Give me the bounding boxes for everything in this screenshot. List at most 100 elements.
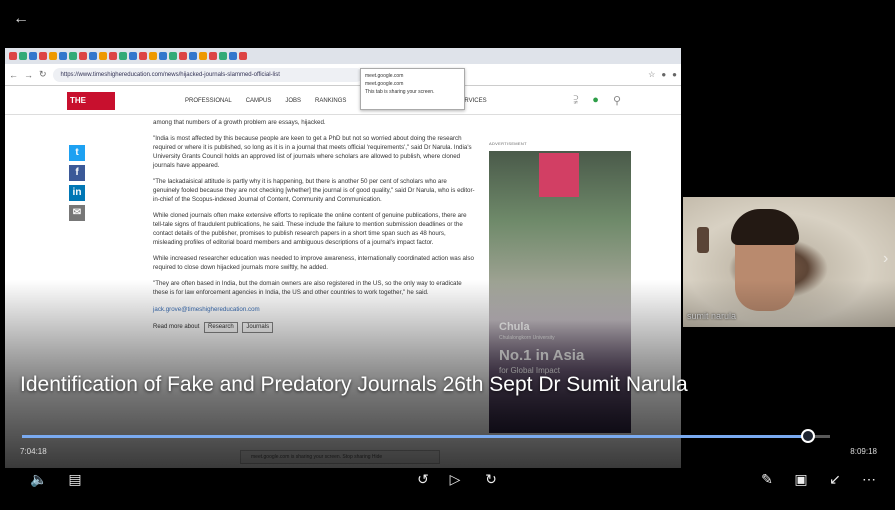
author-email-link[interactable]: jack.grove@timeshighereducation.com — [153, 305, 475, 314]
miniplayer-button[interactable]: ▣ — [790, 469, 812, 489]
seek-bar-thumb[interactable] — [801, 429, 816, 443]
ad-rank: No.1 in Asia — [499, 347, 585, 364]
annotate-button[interactable]: ✎ — [756, 469, 778, 489]
nav-professional[interactable]: PROFESSIONAL — [185, 98, 232, 104]
article-paragraph: While increased researcher education was… — [153, 255, 474, 271]
nav-rankings[interactable]: RANKINGS — [315, 98, 346, 104]
browser-back-icon[interactable]: ← — [9, 70, 18, 80]
back-arrow-icon: ← — [13, 10, 29, 27]
tab-favicon[interactable] — [109, 52, 117, 60]
play-icon: ▷ — [449, 471, 461, 487]
article-body: among that numbers of a growth problem a… — [153, 118, 475, 333]
tab-favicon[interactable] — [239, 52, 247, 60]
miniplayer-icon: ▣ — [794, 471, 808, 487]
tab-favicon[interactable] — [89, 52, 97, 60]
article-paragraph: "They are often based in India, but the … — [153, 280, 462, 296]
site-logo[interactable]: THE — [67, 91, 115, 110]
popup-line: This tab is sharing your screen. — [365, 89, 435, 95]
tab-favicon[interactable] — [189, 52, 197, 60]
article-tags: Read more about Research Journals — [153, 322, 475, 333]
extension-icon[interactable]: ● — [661, 70, 666, 79]
tab-favicon[interactable] — [179, 52, 187, 60]
tab-favicon[interactable] — [59, 52, 67, 60]
browser-forward-icon[interactable]: → — [24, 70, 33, 80]
chevron-left-icon: ‹ — [8, 250, 14, 270]
article-paragraph: "India is most affected by this because … — [153, 135, 472, 169]
facebook-icon[interactable]: f — [69, 165, 85, 181]
popup-line: meet.google.com — [365, 73, 404, 79]
tab-favicon[interactable] — [159, 52, 167, 60]
user-icon[interactable]: ● — [592, 94, 599, 107]
tags-label: Read more about — [153, 324, 200, 330]
tab-favicon[interactable] — [119, 52, 127, 60]
star-icon[interactable]: ☆ — [648, 70, 655, 79]
participant-hair — [731, 209, 799, 245]
profile-icon[interactable]: ● — [672, 70, 677, 79]
collapse-button[interactable]: ↙ — [824, 469, 846, 489]
captions-icon: ▤ — [68, 471, 82, 487]
linkedin-icon[interactable]: in — [69, 185, 85, 201]
site-header: THE PROFESSIONAL CAMPUS JOBS RANKINGS SE… — [5, 87, 681, 115]
volume-button[interactable]: 🔈 — [28, 469, 50, 489]
pen-icon: ✎ — [761, 471, 773, 487]
shared-screen: ← → ↻ https://www.timeshighereducation.c… — [5, 48, 681, 468]
rewind-button[interactable]: ↺ — [410, 469, 436, 489]
nav-campus[interactable]: CAMPUS — [246, 98, 272, 104]
sharing-toast: meet.google.com is sharing your screen. … — [240, 450, 440, 464]
ad-logo — [539, 153, 579, 197]
reload-icon[interactable]: ↻ — [39, 69, 47, 80]
tab-favicon[interactable] — [139, 52, 147, 60]
tab-favicon[interactable] — [69, 52, 77, 60]
participant-name: sumit narula — [687, 311, 737, 321]
captions-button[interactable]: ▤ — [64, 469, 86, 489]
chevron-right-icon: › — [883, 250, 889, 267]
url-field[interactable]: https://www.timeshighereducation.com/new… — [52, 67, 363, 82]
more-icon: ⋯ — [862, 471, 876, 487]
tab-favicon[interactable] — [149, 52, 157, 60]
tab-favicon[interactable] — [229, 52, 237, 60]
ad-label: ADVERTISEMENT — [489, 141, 527, 146]
tab-favicon[interactable] — [99, 52, 107, 60]
email-icon[interactable]: ✉ — [69, 205, 85, 221]
forward-button[interactable]: ↻ — [478, 469, 504, 489]
browser-address-bar: ← → ↻ https://www.timeshighereducation.c… — [5, 64, 681, 86]
play-button[interactable]: ▷ — [444, 469, 466, 489]
previous-button[interactable]: ‹ — [8, 250, 24, 274]
tab-favicon[interactable] — [9, 52, 17, 60]
video-title: Identification of Fake and Predatory Jou… — [20, 373, 688, 396]
more-options-button[interactable]: ⋯ — [858, 469, 880, 489]
popup-line: meet.google.com — [365, 81, 404, 87]
background-lamp — [697, 227, 709, 253]
tab-favicon[interactable] — [219, 52, 227, 60]
article-paragraph: "The lackadaisical attitude is partly wh… — [153, 178, 475, 203]
twitter-icon[interactable]: t — [69, 145, 85, 161]
search-icon[interactable]: ⚲ — [613, 94, 621, 107]
social-share-bar: t f in ✉ — [69, 145, 85, 221]
tab-favicon[interactable] — [169, 52, 177, 60]
tab-favicon[interactable] — [129, 52, 137, 60]
rewind-10-icon: ↺ — [417, 471, 429, 487]
tab-favicon[interactable] — [199, 52, 207, 60]
ad-tagline: Chulalongkorn University — [499, 335, 555, 341]
participant-tile[interactable]: sumit narula — [683, 197, 895, 327]
back-button[interactable]: ← — [8, 8, 34, 30]
ad-brand: Chula — [499, 321, 530, 333]
tab-favicon[interactable] — [19, 52, 27, 60]
screen-share-popup: meet.google.com meet.google.com This tab… — [360, 68, 465, 110]
tab-favicon[interactable] — [29, 52, 37, 60]
volume-icon: 🔈 — [30, 471, 48, 487]
share-icon[interactable]: ⫌ — [573, 94, 578, 107]
tab-favicon[interactable] — [49, 52, 57, 60]
tab-favicon[interactable] — [39, 52, 47, 60]
collapse-icon: ↙ — [829, 471, 841, 487]
tag-journals[interactable]: Journals — [242, 322, 274, 333]
article-paragraph: While cloned journals often make extensi… — [153, 212, 467, 246]
current-time: 7:04:18 — [20, 447, 47, 456]
tag-research[interactable]: Research — [204, 322, 238, 333]
seek-bar[interactable] — [22, 429, 830, 443]
next-button[interactable]: › — [883, 250, 895, 274]
article-paragraph: among that numbers of a growth problem a… — [153, 119, 326, 126]
tab-favicon[interactable] — [209, 52, 217, 60]
tab-favicon[interactable] — [79, 52, 87, 60]
nav-jobs[interactable]: JOBS — [285, 98, 301, 104]
